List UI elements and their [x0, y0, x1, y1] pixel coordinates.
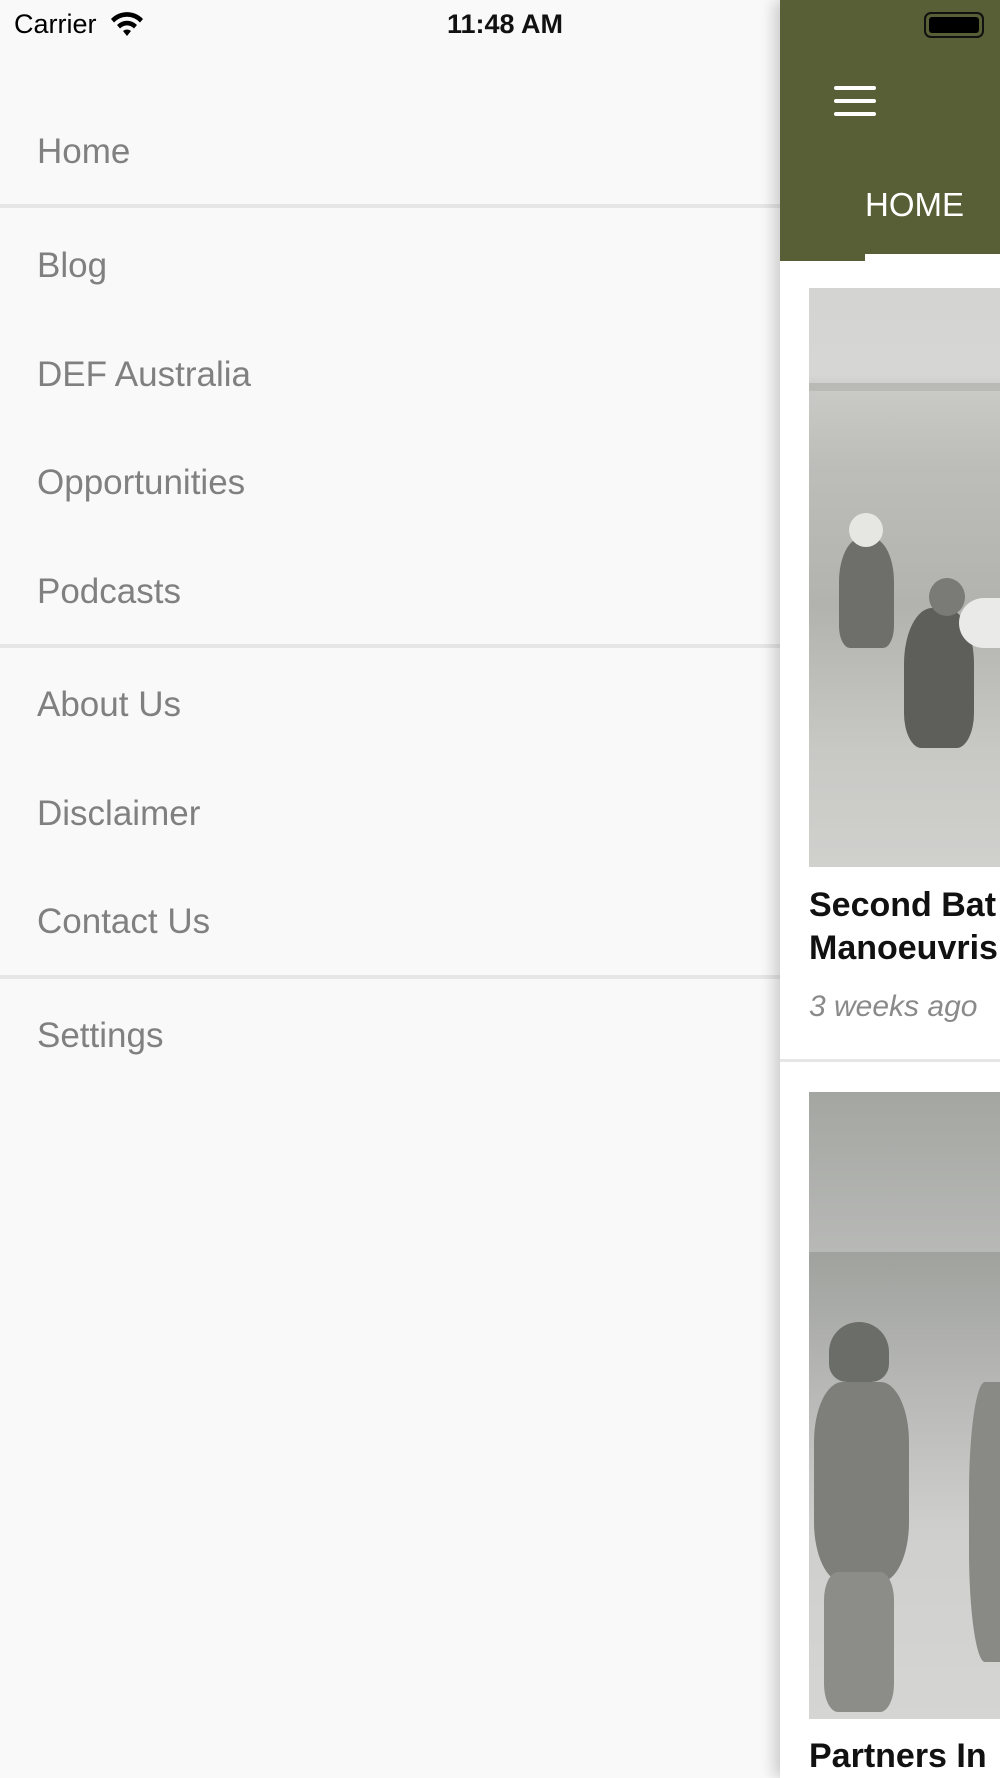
soldier-silhouette	[829, 1322, 889, 1382]
soldier-silhouette	[814, 1382, 909, 1582]
drawer-item-label: Settings	[37, 1016, 164, 1055]
drawer-item-label: Home	[37, 132, 131, 171]
clock: 11:48 AM	[446, 9, 564, 39]
tab-home[interactable]: HOME	[865, 186, 964, 224]
status-bar: Carrier 11:48 AM	[0, 0, 1000, 50]
card-divider	[780, 1059, 1000, 1062]
article-image[interactable]	[809, 288, 1000, 867]
article-title[interactable]: Second Bat	[809, 884, 1000, 927]
article-title[interactable]: Partners In	[809, 1735, 1000, 1778]
drawer-item-about-us[interactable]: About Us	[0, 660, 780, 750]
drawer-item-contact-us[interactable]: Contact Us	[0, 877, 780, 967]
drawer-item-label: Disclaimer	[37, 794, 201, 833]
drawer-item-podcasts[interactable]: Podcasts	[0, 547, 780, 637]
tree-canopy	[809, 1092, 1000, 1252]
navigation-drawer: Home Blog DEF Australia Opportunities Po…	[0, 0, 780, 1778]
drawer-item-label: About Us	[37, 685, 181, 724]
article-title[interactable]: Manoeuvris	[809, 927, 1000, 970]
figure-silhouette	[929, 578, 965, 616]
tab-selected-indicator	[865, 254, 1000, 261]
drawer-divider	[0, 975, 780, 979]
hamburger-menu-icon[interactable]	[834, 86, 876, 116]
drawer-item-opportunities[interactable]: Opportunities	[0, 438, 780, 528]
drawer-item-label: Blog	[37, 246, 108, 285]
battery-icon	[924, 12, 984, 38]
horizon	[809, 383, 1000, 391]
figure-silhouette	[849, 513, 883, 547]
drawer-item-label: Podcasts	[37, 572, 181, 611]
article-image[interactable]	[809, 1092, 1000, 1719]
drawer-item-def-australia[interactable]: DEF Australia	[0, 330, 780, 420]
drawer-divider	[0, 204, 780, 208]
drawer-divider	[0, 644, 780, 648]
drawer-item-label: Opportunities	[37, 463, 246, 502]
soldier-silhouette	[969, 1382, 1000, 1662]
drawer-item-home[interactable]: Home	[0, 107, 780, 197]
drawer-item-settings[interactable]: Settings	[0, 991, 780, 1081]
figure-silhouette	[839, 538, 894, 648]
article-timestamp: 3 weeks ago	[809, 990, 978, 1023]
drawer-item-label: Contact Us	[37, 902, 211, 941]
drawer-item-label: DEF Australia	[37, 355, 251, 394]
soldier-silhouette	[824, 1572, 894, 1712]
drawer-item-blog[interactable]: Blog	[0, 221, 780, 311]
drawer-item-disclaimer[interactable]: Disclaimer	[0, 769, 780, 859]
main-content-pane[interactable]: HOME Second Bat Manoeuvris 3 weeks ago P…	[780, 0, 1000, 1778]
